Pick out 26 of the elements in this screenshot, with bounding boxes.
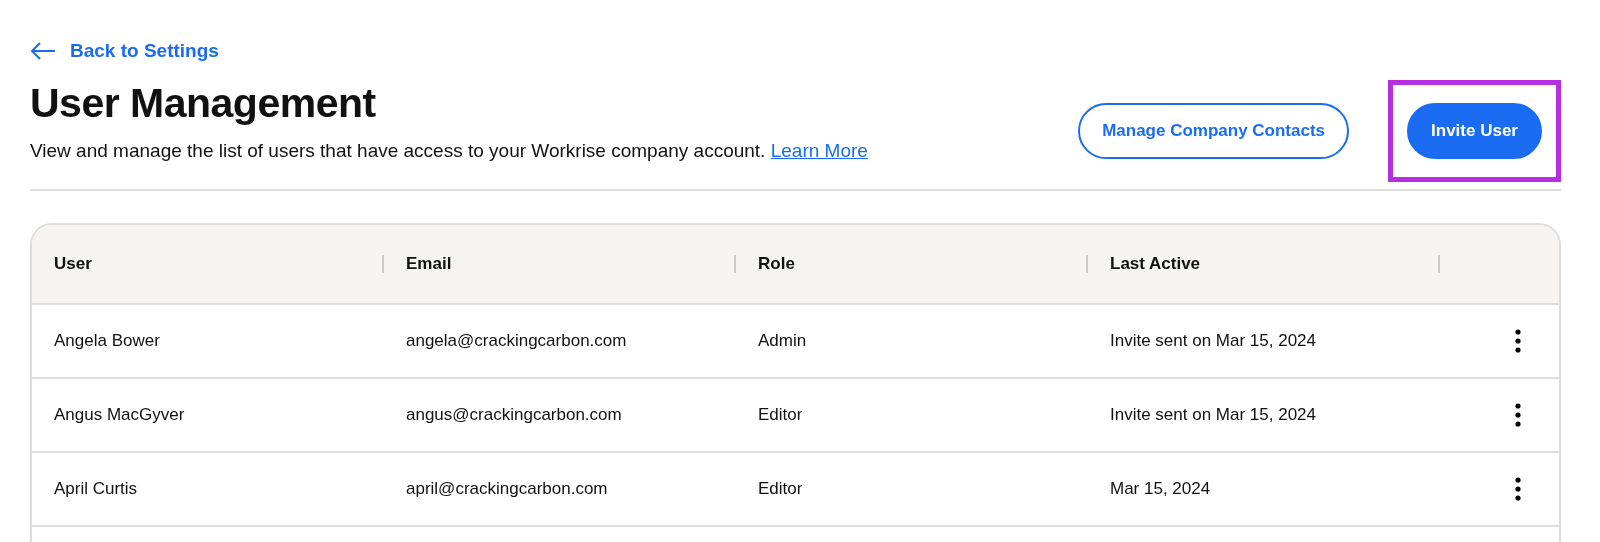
column-header: Role [758, 254, 795, 274]
column-header: Email [406, 254, 452, 274]
action-button[interactable]: Manage Company Contacts [1078, 103, 1350, 159]
more-options-icon[interactable] [1515, 403, 1521, 427]
table-cell: angela@crackingcarbon.com [406, 331, 627, 351]
page-title: User Management [30, 79, 377, 128]
table-cell: Editor [758, 479, 803, 499]
more-options-icon[interactable] [1515, 477, 1521, 501]
table-cell: Invite sent on Mar 15, 2024 [1110, 405, 1317, 425]
table-cell: Admin [758, 331, 807, 351]
learn-more-link[interactable]: Learn More [770, 140, 868, 161]
table-cell: Editor [758, 405, 803, 425]
table-cell: Angela Bower [54, 331, 160, 351]
table-cell: Angus MacGyver [54, 405, 185, 425]
column-header: Last Active [1110, 254, 1201, 274]
table-cell: april@crackingcarbon.com [406, 479, 608, 499]
column-header: User [54, 254, 92, 274]
table-cell: April Curtis [54, 479, 138, 499]
more-options-icon[interactable] [1515, 329, 1521, 353]
back-link[interactable]: Back to Settings [30, 34, 219, 68]
description-text: View and manage the list of users that have access to your Workrise company account. [30, 140, 766, 161]
action-button[interactable]: Invite User [1407, 103, 1542, 159]
table-cell: Invite sent on Mar 15, 2024 [1110, 331, 1317, 351]
table-cell: Mar 15, 2024 [1110, 479, 1211, 499]
arrow-left-icon [30, 41, 56, 61]
table-cell: angus@crackingcarbon.com [406, 405, 622, 425]
